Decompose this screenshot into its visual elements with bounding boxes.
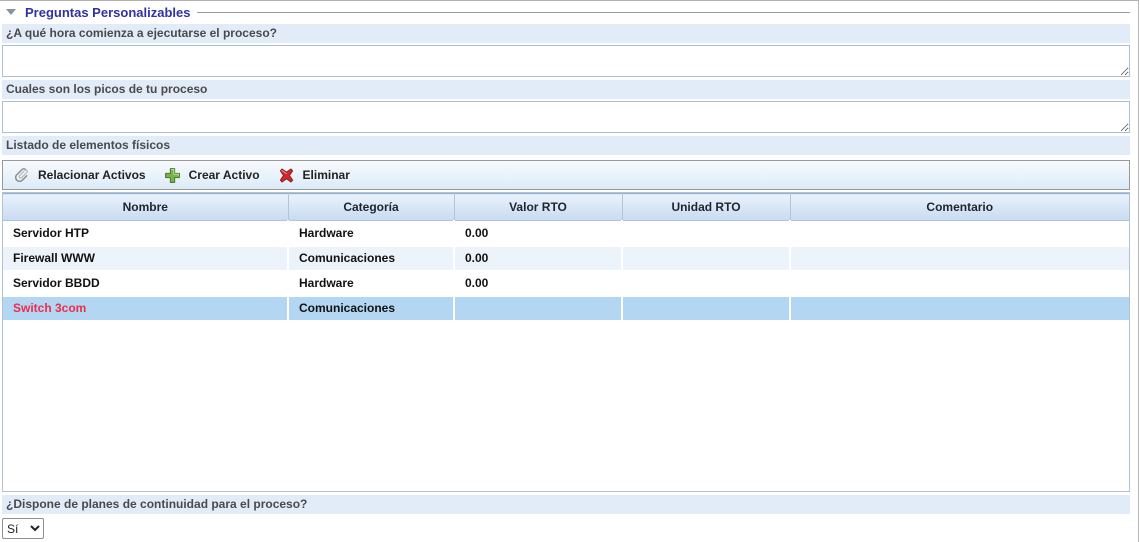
delete-x-icon (278, 167, 295, 184)
paperclip-icon (13, 167, 30, 184)
column-header-categoria: Categoría (288, 194, 454, 221)
cell-unidad-rto (622, 296, 790, 321)
cell-categoria: Hardware (288, 271, 454, 296)
continuity-select[interactable]: Sí (2, 518, 44, 539)
cell-unidad-rto (622, 271, 790, 296)
cell-valor-rto (454, 296, 622, 321)
cell-categoria: Hardware (288, 221, 454, 246)
question-label-hora: ¿A qué hora comienza a ejecutarse el pro… (2, 24, 1130, 43)
delete-asset-label: Eliminar (303, 168, 350, 182)
cell-valor-rto: 0.00 (454, 221, 622, 246)
answer-input-picos[interactable] (2, 101, 1130, 133)
column-header-unidad-rto: Unidad RTO (622, 194, 790, 221)
answer-input-hora[interactable] (2, 45, 1130, 77)
legend-divider (197, 12, 1130, 13)
cell-comentario (790, 296, 1129, 321)
preguntas-personalizables-panel: Preguntas Personalizables ¿A qué hora co… (0, 0, 1139, 542)
table-row-switch-3com-selected[interactable]: Switch 3com Comunicaciones (3, 296, 1129, 321)
cell-comentario (790, 271, 1129, 296)
table-row-servidor-bbdd[interactable]: Servidor BBDD Hardware 0.00 (3, 271, 1129, 296)
table-row-servidor-htp[interactable]: Servidor HTP Hardware 0.00 (3, 221, 1129, 246)
relate-assets-label: Relacionar Activos (38, 168, 146, 182)
table-header-row: Nombre Categoría Valor RTO Unidad RTO Co… (3, 194, 1129, 221)
column-header-comentario: Comentario (790, 194, 1129, 221)
relate-assets-button[interactable]: Relacionar Activos (13, 167, 146, 184)
create-asset-label: Crear Activo (189, 168, 260, 182)
section-legend: Preguntas Personalizables (2, 3, 1130, 21)
delete-asset-button[interactable]: Eliminar (278, 167, 350, 184)
assets-toolbar: Relacionar Activos Crear Activo Eliminar (2, 160, 1130, 190)
cell-nombre: Servidor BBDD (3, 271, 288, 296)
collapse-arrow-icon[interactable] (6, 9, 16, 15)
column-header-valor-rto: Valor RTO (454, 194, 622, 221)
cell-categoria: Comunicaciones (288, 246, 454, 271)
cell-nombre: Firewall WWW (3, 246, 288, 271)
cell-nombre: Switch 3com (3, 296, 288, 321)
assets-table: Nombre Categoría Valor RTO Unidad RTO Co… (2, 192, 1130, 492)
continuity-question-label: ¿Dispone de planes de continuidad para e… (2, 495, 1130, 514)
cell-unidad-rto (622, 221, 790, 246)
cell-valor-rto: 0.00 (454, 271, 622, 296)
create-asset-button[interactable]: Crear Activo (164, 167, 260, 184)
cell-comentario (790, 246, 1129, 271)
question-label-picos: Cuales son los picos de tu proceso (2, 80, 1130, 99)
cell-comentario (790, 221, 1129, 246)
cell-unidad-rto (622, 246, 790, 271)
list-section-label: Listado de elementos físicos (2, 136, 1130, 155)
table-row-firewall-www[interactable]: Firewall WWW Comunicaciones 0.00 (3, 246, 1129, 271)
cell-categoria: Comunicaciones (288, 296, 454, 321)
cell-nombre: Servidor HTP (3, 221, 288, 246)
add-plus-icon (164, 167, 181, 184)
column-header-nombre: Nombre (3, 194, 288, 221)
section-title: Preguntas Personalizables (25, 5, 190, 20)
cell-valor-rto: 0.00 (454, 246, 622, 271)
